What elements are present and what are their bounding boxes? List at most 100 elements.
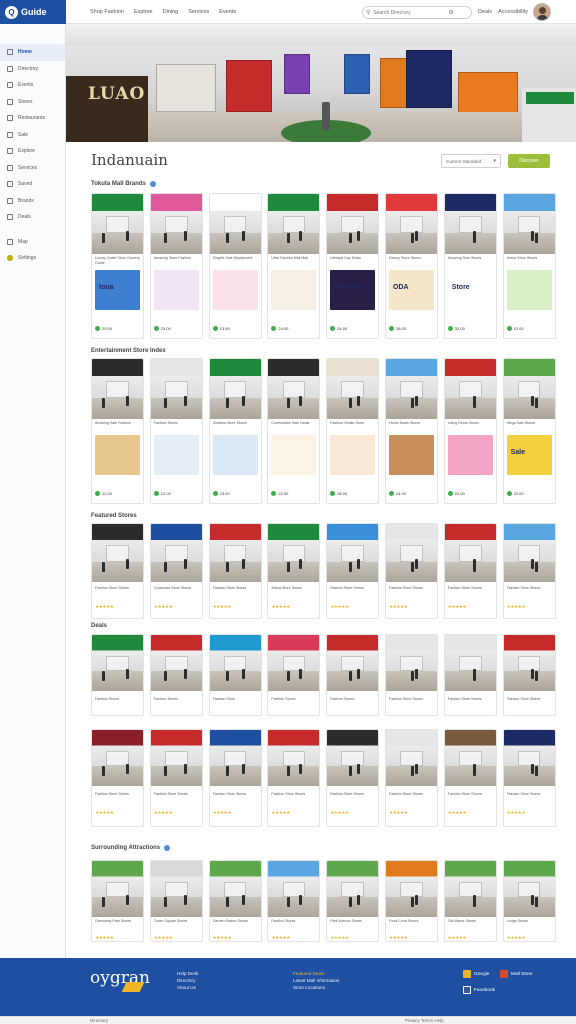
search-box[interactable]: ⚲ ⚙: [362, 6, 472, 19]
store-card[interactable]: Fashion Store Stores ★★★★★: [267, 729, 321, 827]
footer-info-title: Featured Deals: [293, 971, 325, 976]
store-card[interactable]: Fashion Store Stores ★★★★★: [208, 523, 262, 619]
topnav-item[interactable]: Dining: [163, 9, 179, 15]
store-card[interactable]: Coolsmart Store Stores ★★★★★: [149, 523, 203, 619]
store-floor: [327, 671, 379, 691]
store-card[interactable]: Park Avenue Stores ★★★★★: [326, 860, 380, 942]
store-floor: [503, 561, 555, 582]
price-dot-icon: [95, 326, 100, 331]
store-card[interactable]: Ultra Fashion Mall Mall 24.00: [267, 193, 321, 339]
store-card[interactable]: Fashion Store Stores ★★★★★: [149, 729, 203, 827]
price-value: 20.00: [102, 326, 113, 331]
deals-link[interactable]: Deals: [478, 9, 492, 15]
store-card[interactable]: Fashion Stores: [267, 634, 321, 716]
store-card[interactable]: Fashion Store Stores: [443, 634, 497, 716]
store-card[interactable]: Lifestyle Day Deals Seasons 24.00: [326, 193, 380, 339]
store-card[interactable]: Fashion Store Stores ★★★★★: [385, 523, 438, 619]
product-image: [271, 270, 317, 310]
store-card[interactable]: Living Deals Stores 22.00: [443, 358, 497, 504]
store-thumbnail: [209, 524, 261, 582]
store-card[interactable]: Fashion Stores: [91, 634, 144, 716]
store-card[interactable]: Disney Store Stores ODA 28.00: [385, 193, 438, 339]
store-card[interactable]: Greenway Park Stores ★★★★★: [91, 860, 144, 942]
store-card[interactable]: Comfortable Sale Deals 22.00: [267, 358, 321, 504]
store-door: [459, 545, 482, 562]
store-card[interactable]: Amazing Sale Fashion 12.00: [91, 358, 144, 504]
sidebar-item-map[interactable]: Map: [0, 234, 65, 251]
store-card[interactable]: Fashion Store Stores ★★★★★: [502, 729, 556, 827]
accessibility-link[interactable]: Accessibility: [498, 9, 528, 15]
mall-store-badge[interactable]: Mall Store: [500, 970, 533, 978]
store-card[interactable]: Arena Store Stores ★★★★★: [267, 523, 321, 619]
facebook-badge[interactable]: Facebook: [463, 986, 495, 994]
store-card[interactable]: Mega Sale Stores Sale 22.00: [502, 358, 556, 504]
filter-select[interactable]: Current Standard ▾: [441, 154, 501, 168]
store-card[interactable]: Fashion Store Stores: [385, 634, 438, 716]
filter-icon[interactable]: ⚙: [448, 9, 453, 16]
store-card[interactable]: Fashion Store Stores ★★★★★: [502, 523, 556, 619]
store-card[interactable]: Fashion Stores: [149, 634, 203, 716]
store-card[interactable]: Fashion Gelato Store 28.00: [326, 358, 380, 504]
bottom-left-text[interactable]: Directory: [90, 1018, 108, 1023]
sidebar-item-events[interactable]: Events: [0, 77, 65, 94]
store-card[interactable]: Fashion Stores 12.00: [149, 358, 203, 504]
store-card[interactable]: Food Court Stores ★★★★★: [385, 860, 438, 942]
store-card[interactable]: Fashion Store Stores ★★★★★: [385, 729, 438, 827]
footer-link[interactable]: Help Desk: [177, 970, 198, 977]
sidebar-item-deals[interactable]: Deals: [0, 209, 65, 226]
topnav-item[interactable]: Explore: [134, 9, 153, 15]
sidebar-item-stores[interactable]: Stores: [0, 94, 65, 111]
store-card[interactable]: Pavilion Stores ★★★★★: [267, 860, 321, 942]
store-card-caption: Arena Store Stores: [506, 256, 538, 260]
sidebar-item-saved[interactable]: Saved: [0, 176, 65, 193]
topnav-item[interactable]: Events: [219, 9, 236, 15]
store-card[interactable]: Garden Palace Stores ★★★★★: [208, 860, 262, 942]
sidebar-item-brands[interactable]: Brands: [0, 193, 65, 210]
store-card-caption: Fashion Store Stores: [447, 586, 482, 590]
store-card[interactable]: Lodge Stores ★★★★★: [502, 860, 556, 942]
google-badge[interactable]: Google: [463, 970, 489, 978]
store-card[interactable]: Old Manor Stores ★★★★★: [443, 860, 497, 942]
store-card[interactable]: Fashion Store Stores ★★★★★: [326, 523, 380, 619]
store-card[interactable]: Luxury Outlet Store Grocery Guide toua 20.…: [91, 193, 144, 339]
app-logo[interactable]: Q Guide: [0, 0, 66, 24]
store-card[interactable]: Fashion Store: [208, 634, 262, 716]
store-card[interactable]: Fashion Store Stores ★★★★★: [326, 729, 380, 827]
sidebar-item-directory[interactable]: Directory: [0, 61, 65, 78]
bottom-right-text[interactable]: Privacy Terms Help: [405, 1018, 444, 1023]
info-icon[interactable]: [149, 181, 156, 187]
store-card[interactable]: Home Deals Stores 24.00: [385, 358, 438, 504]
shopper-figure: [415, 668, 418, 679]
info-icon[interactable]: [164, 845, 171, 851]
sidebar-item-settings[interactable]: Settings: [0, 250, 65, 267]
store-card[interactable]: Arena Store Stores 12.00: [502, 193, 556, 339]
sidebar-item-services[interactable]: Services: [0, 160, 65, 177]
store-card[interactable]: Amazing Sale Stores Store 32.00: [443, 193, 497, 339]
footer-link[interactable]: Directory: [177, 977, 198, 984]
topnav-item[interactable]: Services: [188, 9, 209, 15]
store-card[interactable]: Fashion Store Stores: [502, 634, 556, 716]
price-value: 28.00: [337, 491, 348, 496]
store-card[interactable]: Fashion Store Stores ★★★★★: [91, 523, 144, 619]
topnav-item[interactable]: Shop Fashion: [90, 9, 124, 15]
store-floor: [209, 233, 261, 254]
store-card[interactable]: Fashion Store Stores ★★★★★: [443, 729, 497, 827]
discover-button[interactable]: Discover: [508, 154, 550, 168]
store-card[interactable]: Amazing Store Fashion 23.00: [149, 193, 203, 339]
store-card[interactable]: Tower Square Stores ★★★★★: [149, 860, 203, 942]
store-card[interactable]: Fashion Store Stores ★★★★★: [91, 729, 144, 827]
store-card[interactable]: Singles Sale Department 13.99: [208, 193, 262, 339]
filter-select-value: Current Standard: [446, 158, 482, 164]
store-card[interactable]: Fashion Stores: [326, 634, 380, 716]
footer-link[interactable]: About Us: [177, 984, 198, 991]
search-input[interactable]: [373, 9, 446, 16]
sidebar-item-home[interactable]: Home: [0, 44, 65, 61]
sidebar-item-explore[interactable]: Explore: [0, 143, 65, 160]
store-card[interactable]: Fashion Store Stores ★★★★★: [208, 729, 262, 827]
store-card[interactable]: Gelatina Store Stores 23.00: [208, 358, 262, 504]
user-avatar[interactable]: [533, 3, 551, 21]
shopper-figure: [472, 894, 476, 905]
sidebar-item-sale[interactable]: Sale: [0, 127, 65, 144]
store-card[interactable]: Fashion Store Stores ★★★★★: [443, 523, 497, 619]
sidebar-item-restaurants[interactable]: Restaurants: [0, 110, 65, 127]
